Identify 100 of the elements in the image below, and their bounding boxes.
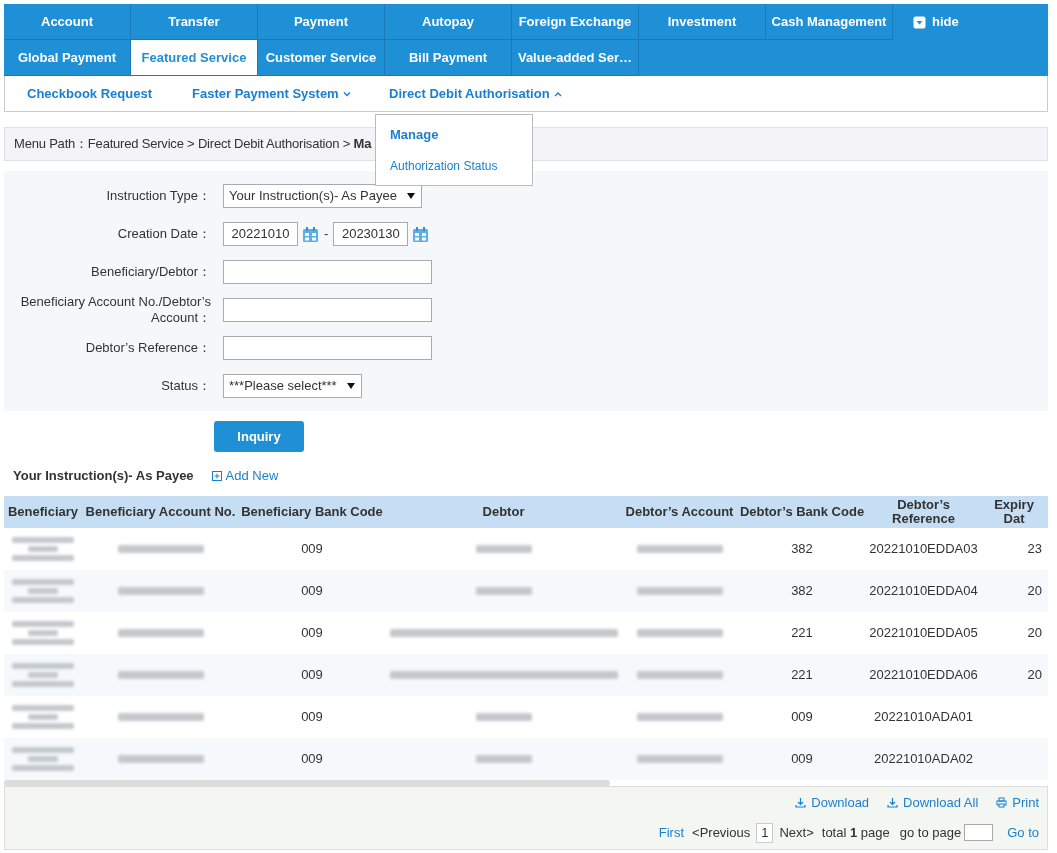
field-label: Instruction Type： bbox=[105, 188, 212, 204]
input-field[interactable] bbox=[223, 298, 432, 322]
table-cell-text: 009 bbox=[301, 708, 323, 727]
redacted-text bbox=[12, 681, 74, 687]
redacted-text bbox=[12, 537, 74, 543]
page-total: total 1 page bbox=[821, 823, 890, 842]
select-field[interactable]: Your Instruction(s)- As Payee bbox=[223, 184, 422, 208]
column-header: Expiry Dat bbox=[993, 496, 1035, 528]
table-cell-text: 009 bbox=[301, 666, 323, 685]
next-link[interactable]: Next> bbox=[779, 822, 814, 843]
hide-toggle[interactable]: hide bbox=[893, 4, 1043, 40]
redacted-text bbox=[28, 714, 58, 720]
nav-tab[interactable]: Global Payment bbox=[4, 40, 131, 76]
table-cell-text: 009 bbox=[301, 540, 323, 559]
redacted-text bbox=[28, 756, 58, 762]
redacted-text bbox=[12, 765, 74, 771]
range-separator: - bbox=[323, 225, 330, 244]
select-field[interactable]: ***Please select*** bbox=[223, 374, 362, 398]
table-cell-text: 382 bbox=[791, 540, 813, 559]
collapse-icon bbox=[913, 15, 926, 29]
redacted-text bbox=[28, 630, 58, 636]
sub-nav-link[interactable]: Faster Payment System bbox=[192, 83, 351, 104]
first-link[interactable]: First bbox=[658, 822, 685, 843]
printer-icon bbox=[996, 797, 1008, 809]
nav-tab[interactable]: Value-added Ser… bbox=[512, 40, 639, 76]
table-cell-text: 20221010EDDA06 bbox=[869, 666, 978, 685]
field-label: Debtor’s Reference： bbox=[84, 340, 212, 356]
table-cell-text: 009 bbox=[791, 708, 813, 727]
action-link[interactable]: Download All bbox=[887, 793, 979, 813]
dropdown-arrow-icon bbox=[406, 193, 415, 199]
table-cell-text: 20221010EDDA03 bbox=[869, 540, 978, 559]
redacted-text bbox=[12, 579, 74, 585]
input-field[interactable] bbox=[223, 336, 432, 360]
table-cell-text: 20 bbox=[1027, 624, 1042, 643]
date-field[interactable]: 20221010 bbox=[223, 222, 298, 246]
nav-tab[interactable]: Foreign Exchange bbox=[512, 4, 639, 40]
go-to-link[interactable]: Go to bbox=[1007, 822, 1039, 843]
table-cell-text: 20221010EDDA04 bbox=[869, 582, 978, 601]
table-cell-text: 009 bbox=[301, 582, 323, 601]
page-number[interactable]: 1 bbox=[756, 822, 774, 843]
nav-tab[interactable]: Transfer bbox=[131, 4, 258, 40]
field-label: Creation Date： bbox=[116, 226, 212, 242]
redacted-text bbox=[12, 705, 74, 711]
previous-link[interactable]: <Previous bbox=[692, 822, 751, 843]
dropdown-arrow-icon bbox=[346, 383, 355, 389]
caret-icon bbox=[553, 90, 562, 97]
redacted-text bbox=[475, 587, 532, 595]
inquiry-button[interactable]: Inquiry bbox=[214, 421, 304, 452]
action-link[interactable]: Print bbox=[996, 793, 1039, 813]
caret-icon bbox=[342, 90, 351, 97]
nav-tab[interactable]: Payment bbox=[258, 4, 385, 40]
column-header: Debtor’s Bank Code bbox=[738, 503, 866, 521]
calendar-icon[interactable] bbox=[302, 225, 319, 243]
plus-box-icon bbox=[211, 471, 222, 481]
redacted-text bbox=[28, 588, 58, 594]
nav-tab[interactable]: Investment bbox=[639, 4, 766, 40]
table-cell-text: 221 bbox=[791, 666, 813, 685]
date-field[interactable]: 20230130 bbox=[333, 222, 409, 246]
redacted-text bbox=[28, 672, 58, 678]
redacted-text bbox=[12, 639, 74, 645]
add-new-link[interactable]: Add New bbox=[211, 466, 279, 486]
table-cell-text: 20221010ADA02 bbox=[874, 750, 973, 769]
redacted-text bbox=[475, 755, 532, 763]
redacted-text bbox=[28, 546, 58, 552]
table-cell-text: 20221010ADA01 bbox=[874, 708, 973, 727]
nav-tab[interactable]: Cash Management bbox=[766, 4, 893, 40]
table-cell-text: 20 bbox=[1027, 666, 1042, 685]
field-label: Status： bbox=[160, 378, 212, 394]
sub-nav-link[interactable]: Checkbook Request bbox=[27, 83, 152, 104]
section-title: Your Instruction(s)- As Payee bbox=[13, 467, 194, 486]
column-header: Debtor’s Account bbox=[624, 503, 735, 521]
nav-tab[interactable]: Account bbox=[4, 4, 131, 40]
field-label: Beneficiary/Debtor： bbox=[90, 264, 212, 280]
table-cell-text: 221 bbox=[791, 624, 813, 643]
action-link[interactable]: Download bbox=[795, 793, 870, 813]
redacted-text bbox=[475, 545, 532, 553]
nav-tab[interactable]: Bill Payment bbox=[385, 40, 512, 76]
input-field[interactable] bbox=[223, 260, 432, 284]
column-header: Beneficiary bbox=[6, 503, 80, 521]
page-input[interactable] bbox=[964, 824, 994, 841]
table-cell-text: 382 bbox=[791, 582, 813, 601]
menu-item[interactable]: Manage bbox=[376, 119, 532, 150]
redacted-text bbox=[475, 713, 532, 721]
calendar-icon[interactable] bbox=[412, 225, 430, 243]
scrollbar-thumb[interactable] bbox=[4, 780, 610, 786]
go-to-page-label: go to page bbox=[899, 823, 962, 842]
column-header: Beneficiary Bank Code bbox=[240, 503, 384, 521]
nav-tab[interactable]: Featured Service bbox=[131, 40, 258, 76]
nav-tab[interactable]: Autopay bbox=[385, 4, 512, 40]
redacted-text bbox=[12, 747, 74, 753]
sub-nav-link[interactable]: Direct Debit Authorisation bbox=[389, 83, 562, 104]
nav-tab[interactable]: Customer Service bbox=[258, 40, 385, 76]
column-header: Debtor’s Reference bbox=[891, 496, 956, 528]
breadcrumb: Menu Path：Featured Service > Direct Debit Authorisation > Ma bbox=[14, 135, 372, 154]
table-cell-text: 009 bbox=[791, 750, 813, 769]
redacted-text bbox=[12, 621, 74, 627]
menu-item[interactable]: Authorization Status bbox=[376, 150, 532, 181]
table-cell-text: 23 bbox=[1027, 540, 1042, 559]
redacted-text bbox=[12, 555, 74, 561]
redacted-text bbox=[12, 663, 74, 669]
